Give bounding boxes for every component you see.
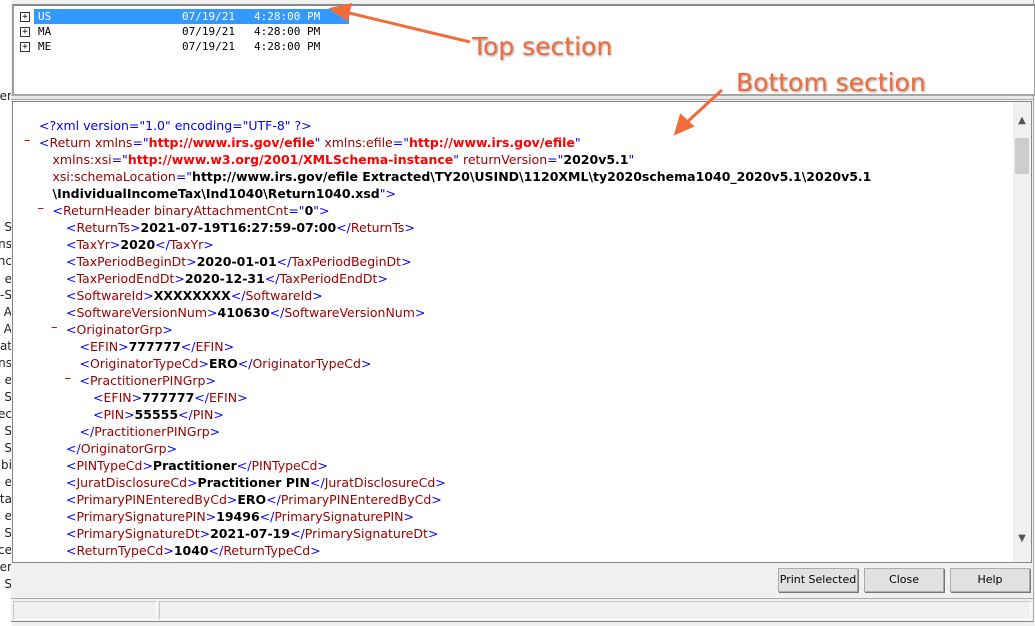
bottom-arrow-line (682, 88, 724, 127)
top-section-annotation: Top section (472, 32, 613, 61)
bottom-section-annotation: Bottom section (736, 68, 926, 97)
top-arrow-head (328, 3, 352, 22)
top-arrow-line (344, 10, 471, 44)
